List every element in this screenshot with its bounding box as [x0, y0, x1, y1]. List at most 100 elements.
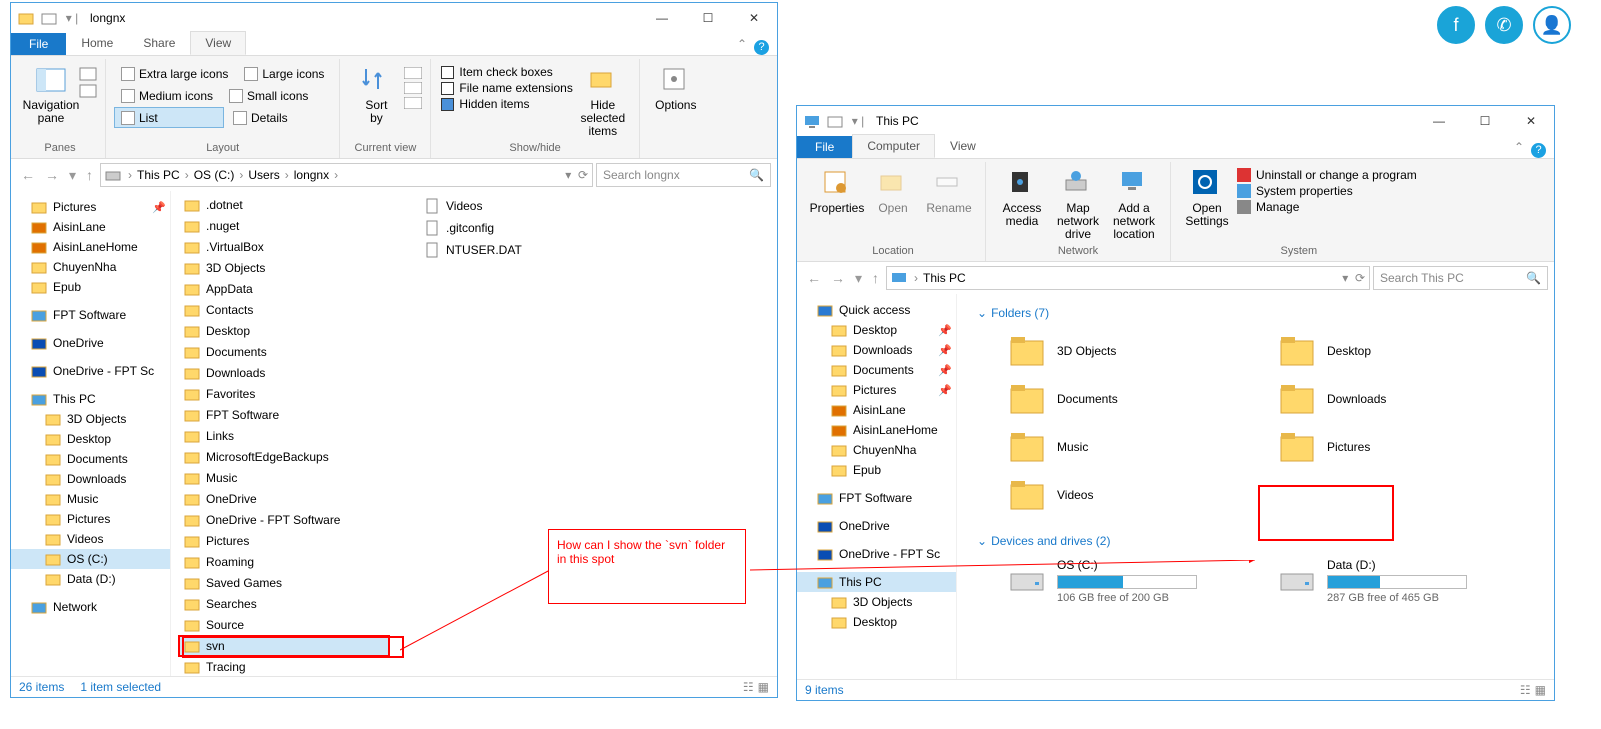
- crumb-thispc[interactable]: This PC: [923, 271, 966, 285]
- nav-item[interactable]: OS (C:): [11, 549, 170, 569]
- add-network-location-button[interactable]: Add a network location: [1106, 166, 1162, 243]
- drive-tile[interactable]: Data (D:)287 GB free of 465 GB: [1277, 558, 1517, 604]
- navigation-pane-button[interactable]: Navigation pane: [23, 63, 79, 127]
- file-item[interactable]: Contacts: [179, 300, 389, 320]
- folder-tile[interactable]: Downloads: [1277, 378, 1517, 420]
- layout-large-icons[interactable]: Large icons: [237, 63, 331, 84]
- nav-item[interactable]: Documents📌: [797, 360, 956, 380]
- navigation-pane[interactable]: Quick accessDesktop📌Downloads📌Documents📌…: [797, 294, 957, 679]
- folder-tile[interactable]: Documents: [1007, 378, 1247, 420]
- titlebar[interactable]: ▾ | longnx — ☐ ✕: [11, 3, 777, 33]
- tab-view[interactable]: View: [935, 134, 991, 158]
- file-item[interactable]: MicrosoftEdgeBackups: [179, 447, 389, 467]
- nav-item[interactable]: Desktop: [797, 612, 956, 632]
- file-item[interactable]: Desktop: [179, 321, 389, 341]
- nav-item[interactable]: Epub: [11, 277, 170, 297]
- open-settings-button[interactable]: Open Settings: [1179, 166, 1235, 230]
- back-button[interactable]: ←: [17, 165, 39, 185]
- search-box[interactable]: Search This PC🔍: [1373, 266, 1548, 290]
- file-item[interactable]: OneDrive: [179, 489, 389, 509]
- help-icon[interactable]: ?: [1531, 143, 1546, 158]
- help-icon[interactable]: ?: [754, 40, 769, 55]
- file-item[interactable]: .nuget: [179, 216, 389, 236]
- collapse-ribbon-icon[interactable]: ⌃: [1514, 140, 1524, 154]
- nav-item[interactable]: AisinLane: [797, 400, 956, 420]
- minimize-button[interactable]: —: [1416, 106, 1462, 136]
- view-large-icon[interactable]: ▦: [758, 680, 769, 694]
- check-item-checkboxes[interactable]: Item check boxes: [441, 65, 572, 79]
- recent-button[interactable]: ▾: [65, 165, 80, 186]
- check-filename-ext[interactable]: File name extensions: [441, 81, 572, 95]
- tab-view[interactable]: View: [190, 31, 246, 55]
- view-details-icon[interactable]: ☷: [743, 680, 754, 694]
- preview-pane-icon[interactable]: [79, 67, 97, 81]
- quickaccess-icon[interactable]: [38, 7, 60, 29]
- file-item[interactable]: .gitconfig: [419, 217, 629, 238]
- nav-item[interactable]: This PC: [11, 389, 170, 409]
- nav-item[interactable]: Desktop: [11, 429, 170, 449]
- sort-by-button[interactable]: Sort by: [348, 63, 404, 127]
- recent-button[interactable]: ▾: [851, 268, 866, 289]
- nav-item[interactable]: Network: [11, 597, 170, 617]
- address-bar[interactable]: ›This PC ›OS (C:) ›Users ›longnx › ▾ ⟳: [100, 163, 593, 187]
- folder-tile[interactable]: Desktop: [1277, 330, 1517, 372]
- nav-item[interactable]: FPT Software: [797, 488, 956, 508]
- layout-extra-large-icons[interactable]: Extra large icons: [114, 63, 235, 84]
- nav-item[interactable]: This PC: [797, 572, 956, 592]
- file-item[interactable]: Links: [179, 426, 389, 446]
- file-item[interactable]: Roaming: [179, 552, 389, 572]
- manage-link[interactable]: Manage: [1237, 200, 1417, 214]
- file-item[interactable]: Tracing: [179, 657, 389, 676]
- folder-tile[interactable]: Videos: [1007, 474, 1247, 516]
- nav-item[interactable]: Pictures📌: [11, 197, 170, 217]
- file-item[interactable]: 3D Objects: [179, 258, 389, 278]
- properties-button[interactable]: Properties: [809, 166, 865, 217]
- drive-tile[interactable]: OS (C:)106 GB free of 200 GB: [1007, 558, 1247, 604]
- file-item[interactable]: NTUSER.DAT: [419, 239, 629, 260]
- maximize-button[interactable]: ☐: [1462, 106, 1508, 136]
- check-hidden-items[interactable]: Hidden items: [441, 97, 572, 111]
- file-item[interactable]: Source: [179, 615, 389, 635]
- view-large-icon[interactable]: ▦: [1535, 683, 1546, 697]
- nav-item[interactable]: OneDrive: [11, 333, 170, 353]
- file-list-col1[interactable]: .dotnet.nuget.VirtualBox3D ObjectsAppDat…: [179, 195, 389, 676]
- sizecolumns-icon[interactable]: [404, 97, 422, 109]
- nav-item[interactable]: OneDrive - FPT Sc: [11, 361, 170, 381]
- layout-details[interactable]: Details: [226, 107, 295, 128]
- search-box[interactable]: Search longnx🔍: [596, 163, 771, 187]
- nav-item[interactable]: Downloads📌: [797, 340, 956, 360]
- nav-item[interactable]: OneDrive - FPT Sc: [797, 544, 956, 564]
- nav-item[interactable]: Quick access: [797, 300, 956, 320]
- nav-item[interactable]: AisinLaneHome: [11, 237, 170, 257]
- titlebar[interactable]: ▾ | This PC — ☐ ✕: [797, 106, 1554, 136]
- file-item[interactable]: Favorites: [179, 384, 389, 404]
- tab-file[interactable]: File: [11, 33, 66, 55]
- nav-item[interactable]: Epub: [797, 460, 956, 480]
- file-item[interactable]: Documents: [179, 342, 389, 362]
- folder-tile[interactable]: 3D Objects: [1007, 330, 1247, 372]
- access-media-button[interactable]: Access media: [994, 166, 1050, 230]
- up-button[interactable]: ↑: [82, 165, 97, 185]
- nav-item[interactable]: Pictures: [11, 509, 170, 529]
- up-button[interactable]: ↑: [868, 268, 883, 288]
- forward-button[interactable]: →: [41, 165, 63, 185]
- file-item[interactable]: AppData: [179, 279, 389, 299]
- file-item[interactable]: Saved Games: [179, 573, 389, 593]
- uninstall-link[interactable]: Uninstall or change a program: [1237, 168, 1417, 182]
- file-item[interactable]: Music: [179, 468, 389, 488]
- close-button[interactable]: ✕: [731, 3, 777, 33]
- groupby-icon[interactable]: [404, 67, 422, 79]
- collapse-ribbon-icon[interactable]: ⌃: [737, 37, 747, 51]
- hide-selected-button[interactable]: Hide selected items: [575, 63, 631, 140]
- forward-button[interactable]: →: [827, 268, 849, 288]
- nav-item[interactable]: 3D Objects: [797, 592, 956, 612]
- crumb-osc[interactable]: OS (C:): [194, 168, 235, 182]
- file-item[interactable]: OneDrive - FPT Software: [179, 510, 389, 530]
- nav-item[interactable]: Pictures📌: [797, 380, 956, 400]
- address-bar[interactable]: ›This PC ▾ ⟳: [886, 266, 1370, 290]
- layout-small-icons[interactable]: Small icons: [222, 85, 315, 106]
- tab-file[interactable]: File: [797, 136, 852, 158]
- dropdown-icon[interactable]: ▾ |: [847, 110, 869, 132]
- maximize-button[interactable]: ☐: [685, 3, 731, 33]
- crumb-longnx[interactable]: longnx: [294, 168, 329, 182]
